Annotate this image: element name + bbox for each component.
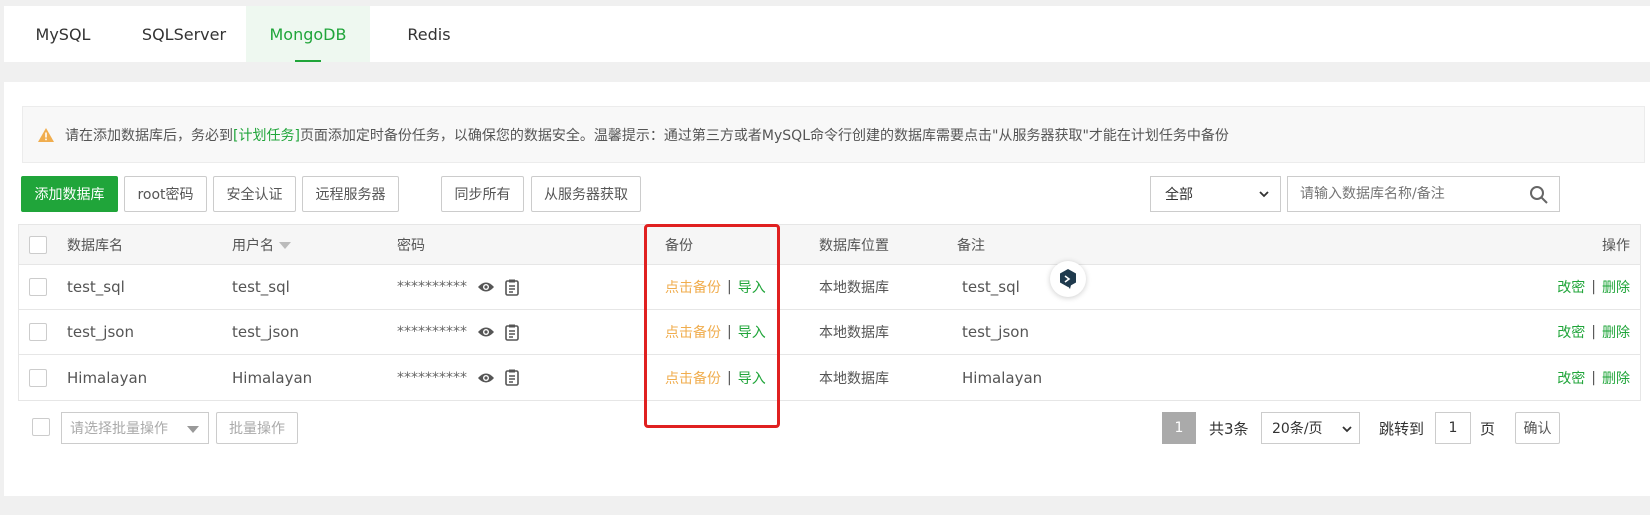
password-masked: ********** <box>397 369 467 386</box>
select-all-checkbox[interactable] <box>29 235 47 254</box>
warning-icon <box>38 127 54 142</box>
eye-icon[interactable] <box>477 371 495 385</box>
page-size-value: 20条/页 <box>1272 421 1323 437</box>
table-row: test_json test_json ********** 点击备份 | 导入 本… <box>19 310 1640 355</box>
backup-link[interactable]: 点击备份 <box>665 277 721 297</box>
batch-operation-button[interactable]: 批量操作 <box>216 412 298 444</box>
chevron-down-icon <box>1342 426 1352 433</box>
header-location: 数据库位置 <box>819 237 889 254</box>
password-masked: ********** <box>397 324 467 340</box>
db-password: ********** <box>397 265 519 309</box>
page-unit: 页 <box>1480 419 1496 438</box>
batch-select-placeholder: 请选择批量操作 <box>70 421 168 437</box>
row-checkbox[interactable] <box>29 278 47 296</box>
filter-select-value: 全部 <box>1165 187 1193 203</box>
eye-icon[interactable] <box>477 280 495 294</box>
backup-cell: 点击备份 | 导入 <box>665 322 766 342</box>
row-ops: 改密 | 删除 <box>1557 277 1630 297</box>
database-table: 数据库名 用户名 密码 备份 数据库位置 备注 操作 test_sql test… <box>18 224 1641 401</box>
header-backup: 备份 <box>665 237 693 254</box>
row-ops: 改密 | 删除 <box>1557 322 1630 342</box>
copy-icon[interactable] <box>505 324 519 341</box>
sort-down-icon[interactable] <box>278 240 292 250</box>
db-location: 本地数据库 <box>819 280 889 296</box>
db-location: 本地数据库 <box>819 325 889 341</box>
row-ops: 改密 | 删除 <box>1557 368 1630 388</box>
search-icon[interactable] <box>1529 185 1549 205</box>
fetch-from-server-button[interactable]: 从服务器获取 <box>531 176 641 212</box>
triangle-down-icon <box>187 426 199 433</box>
row-checkbox[interactable] <box>29 323 47 341</box>
search-box <box>1287 176 1560 212</box>
table-row: Himalayan Himalayan ********** 点击备份 | 导入 本… <box>19 355 1640 400</box>
db-user: test_json <box>232 323 299 341</box>
change-password-link[interactable]: 改密 <box>1557 368 1585 388</box>
backup-cell: 点击备份 | 导入 <box>665 368 766 388</box>
header-user-label: 用户名 <box>232 237 274 254</box>
db-note: Himalayan <box>962 368 1043 387</box>
delete-link[interactable]: 删除 <box>1602 322 1630 342</box>
header-name: 数据库名 <box>67 237 123 254</box>
total-count: 共3条 <box>1209 419 1249 438</box>
database-type-tabs: MySQL SQLServer MongoDB Redis <box>4 6 1650 62</box>
db-name: test_sql <box>67 278 125 296</box>
copy-icon[interactable] <box>505 279 519 296</box>
copy-icon[interactable] <box>505 369 519 386</box>
footer-select-all-checkbox[interactable] <box>32 418 50 436</box>
header-ops: 操作 <box>1602 237 1630 254</box>
page-size-select[interactable]: 20条/页 <box>1261 412 1360 444</box>
security-auth-button[interactable]: 安全认证 <box>213 176 296 212</box>
change-password-link[interactable]: 改密 <box>1557 277 1585 297</box>
filter-select[interactable]: 全部 <box>1150 176 1281 212</box>
jump-page-input[interactable]: 1 <box>1435 412 1471 444</box>
row-checkbox[interactable] <box>29 368 47 387</box>
db-name: test_json <box>67 323 134 341</box>
backup-link[interactable]: 点击备份 <box>665 368 721 388</box>
tab-mysql[interactable]: MySQL <box>4 6 122 62</box>
header-note: 备注 <box>957 237 985 254</box>
header-password: 密码 <box>397 237 425 254</box>
tab-redis[interactable]: Redis <box>370 6 488 62</box>
tab-mongodb[interactable]: MongoDB <box>246 6 370 62</box>
remote-server-button[interactable]: 远程服务器 <box>302 176 399 212</box>
import-link[interactable]: 导入 <box>738 322 766 342</box>
db-location: 本地数据库 <box>819 370 889 387</box>
db-note: test_sql <box>962 278 1020 296</box>
schedule-task-link[interactable]: [计划任务] <box>233 125 300 145</box>
jump-label: 跳转到 <box>1379 419 1425 438</box>
floating-assistant-button[interactable] <box>1050 261 1086 297</box>
db-user: test_sql <box>232 278 290 296</box>
tab-sqlserver[interactable]: SQLServer <box>122 6 246 62</box>
header-user[interactable]: 用户名 <box>232 225 292 264</box>
password-masked: ********** <box>397 279 467 295</box>
db-note: test_json <box>962 323 1029 341</box>
add-database-button[interactable]: 添加数据库 <box>21 176 118 212</box>
db-user: Himalayan <box>232 368 313 387</box>
db-password: ********** <box>397 355 519 400</box>
db-name: Himalayan <box>67 368 148 387</box>
table-header: 数据库名 用户名 密码 备份 数据库位置 备注 操作 <box>19 225 1640 265</box>
alert-text-before: 请在添加数据库后，务必到 <box>65 127 233 144</box>
eye-icon[interactable] <box>477 325 495 339</box>
current-page[interactable]: 1 <box>1162 412 1196 444</box>
import-link[interactable]: 导入 <box>738 368 766 388</box>
chevron-down-icon <box>1259 191 1269 198</box>
backup-link[interactable]: 点击备份 <box>665 322 721 342</box>
sync-all-button[interactable]: 同步所有 <box>441 176 524 212</box>
search-input[interactable] <box>1288 186 1508 202</box>
assistant-icon <box>1060 269 1076 289</box>
table-row: test_sql test_sql ********** 点击备份 | 导入 本地数… <box>19 265 1640 310</box>
backup-cell: 点击备份 | 导入 <box>665 277 766 297</box>
delete-link[interactable]: 删除 <box>1602 368 1630 388</box>
import-link[interactable]: 导入 <box>738 277 766 297</box>
db-password: ********** <box>397 310 519 354</box>
warning-alert: 请在添加数据库后，务必到 [计划任务] 页面添加定时备份任务，以确保您的数据安全。温… <box>22 106 1645 163</box>
confirm-jump-button[interactable]: 确认 <box>1515 412 1560 444</box>
batch-operation-select[interactable]: 请选择批量操作 <box>61 412 209 444</box>
root-password-button[interactable]: root密码 <box>124 176 207 212</box>
alert-text-after: 页面添加定时备份任务，以确保您的数据安全。温馨提示：通过第三方或者MySQL命令… <box>299 127 1229 144</box>
change-password-link[interactable]: 改密 <box>1557 322 1585 342</box>
delete-link[interactable]: 删除 <box>1602 277 1630 297</box>
